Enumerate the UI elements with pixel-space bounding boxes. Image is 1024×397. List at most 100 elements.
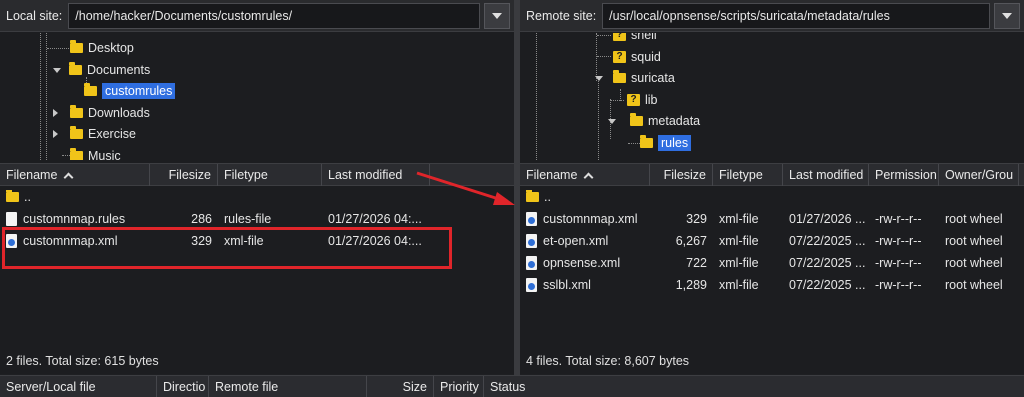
folder-icon xyxy=(70,148,83,160)
table-row[interactable]: .. xyxy=(520,186,1024,208)
file-size: 722 xyxy=(686,256,707,270)
tree-item-label: Music xyxy=(88,149,121,160)
unknown-folder-icon: ? xyxy=(627,94,640,106)
file-name: opnsense.xml xyxy=(543,256,621,270)
remote-file-list: .. customnmap.xml 329 xml-file 01/27/202… xyxy=(520,186,1024,296)
file-modified: 07/22/2025 ... xyxy=(789,256,866,270)
column-header-permission[interactable]: Permission xyxy=(869,163,939,186)
tree-item-music[interactable]: Music xyxy=(70,146,121,160)
column-header-remote-file[interactable]: Remote file xyxy=(209,375,367,397)
tree-item-label: shell xyxy=(631,33,657,42)
remote-site-path-input[interactable]: /usr/local/opnsense/scripts/suricata/met… xyxy=(602,2,990,29)
file-name: et-open.xml xyxy=(543,234,609,248)
column-header-filename[interactable]: Filename xyxy=(0,163,150,186)
tree-guide-line xyxy=(597,35,611,36)
unknown-folder-icon: ? xyxy=(613,33,626,41)
remote-status-text: 4 files. Total size: 8,607 bytes xyxy=(526,354,690,368)
folder-icon xyxy=(70,40,83,53)
tree-guide-line xyxy=(40,33,41,160)
folder-icon xyxy=(70,126,83,139)
tree-item-customrules[interactable]: customrules xyxy=(84,81,176,101)
tree-item-label: Downloads xyxy=(88,106,150,120)
local-site-path-input[interactable]: /home/hacker/Documents/customrules/ xyxy=(68,2,480,29)
xml-file-icon xyxy=(526,212,537,226)
table-row[interactable]: customnmap.xml 329 xml-file 01/27/2026 .… xyxy=(520,208,1024,230)
tree-guide-line xyxy=(46,33,47,160)
tree-guide-line xyxy=(536,33,537,160)
tree-item-squid[interactable]: ? squid xyxy=(613,47,661,67)
file-size: 1,289 xyxy=(675,278,707,292)
local-status-text: 2 files. Total size: 615 bytes xyxy=(6,354,159,368)
file-name: customnmap.rules xyxy=(23,212,126,226)
column-header-label: Filename xyxy=(6,167,58,182)
column-header-last-modified[interactable]: Last modified xyxy=(783,163,869,186)
collapse-arrow-icon[interactable] xyxy=(595,75,603,81)
folder-icon xyxy=(6,190,19,202)
chevron-down-icon xyxy=(492,12,502,19)
tree-item-metadata[interactable]: metadata xyxy=(608,111,700,131)
folder-icon xyxy=(69,62,82,75)
column-header-filename[interactable]: Filename xyxy=(520,163,650,186)
collapse-arrow-icon[interactable] xyxy=(53,67,61,73)
remote-site-dropdown-button[interactable] xyxy=(994,2,1020,29)
column-header-server-local-file[interactable]: Server/Local file xyxy=(0,375,157,397)
xml-file-icon xyxy=(526,278,537,292)
column-header-filesize[interactable]: Filesize xyxy=(150,163,218,186)
column-header-filesize[interactable]: Filesize xyxy=(650,163,713,186)
tree-item-label: squid xyxy=(631,50,661,64)
file-owner: root wheel xyxy=(945,212,1003,226)
folder-icon xyxy=(613,70,626,83)
file-permission: -rw-r--r-- xyxy=(875,278,922,292)
table-row[interactable]: opnsense.xml 722 xml-file 07/22/2025 ...… xyxy=(520,252,1024,274)
column-header-status[interactable]: Status xyxy=(484,376,604,397)
column-header-priority[interactable]: Priority xyxy=(434,375,484,397)
tree-item-label: Desktop xyxy=(88,41,134,55)
chevron-down-icon xyxy=(1002,12,1012,19)
xml-file-icon xyxy=(526,256,537,270)
local-site-label: Local site: xyxy=(6,8,63,23)
folder-open-icon xyxy=(640,135,653,148)
remote-file-list-header: Filename Filesize Filetype Last modified… xyxy=(520,163,1024,186)
folder-icon xyxy=(630,113,643,126)
annotation-highlight-box xyxy=(2,227,452,269)
remote-pane: Remote site: /usr/local/opnsense/scripts… xyxy=(520,0,1024,374)
tree-item-rules[interactable]: rules xyxy=(640,133,692,153)
tree-item-label: Exercise xyxy=(88,127,136,141)
annotation-arrow-icon xyxy=(416,171,515,205)
local-site-bar: Local site: /home/hacker/Documents/custo… xyxy=(0,0,514,32)
file-name: customnmap.xml xyxy=(543,212,638,226)
column-header-filetype[interactable]: Filetype xyxy=(713,163,783,186)
tree-item-shell[interactable]: ? shell xyxy=(613,33,657,45)
xml-file-icon xyxy=(526,234,537,248)
tree-guide-line xyxy=(597,56,611,57)
table-row[interactable]: et-open.xml 6,267 xml-file 07/22/2025 ..… xyxy=(520,230,1024,252)
collapse-arrow-icon[interactable] xyxy=(608,118,616,124)
file-modified: 01/27/2026 ... xyxy=(789,212,866,226)
local-site-dropdown-button[interactable] xyxy=(484,2,510,29)
column-header-filetype[interactable]: Filetype xyxy=(218,163,322,186)
tree-item-lib[interactable]: ? lib xyxy=(627,90,658,110)
expand-arrow-icon[interactable] xyxy=(53,130,58,138)
file-modified: 07/22/2025 ... xyxy=(789,234,866,248)
local-directory-tree[interactable]: Desktop Documents customrules Downloads … xyxy=(0,33,514,160)
column-header-direction[interactable]: Directio xyxy=(157,375,209,397)
file-type: xml-file xyxy=(719,278,759,292)
table-row[interactable]: sslbl.xml 1,289 xml-file 07/22/2025 ... … xyxy=(520,274,1024,296)
file-owner: root wheel xyxy=(945,234,1003,248)
expand-arrow-icon[interactable] xyxy=(53,109,58,117)
tree-item-desktop[interactable]: Desktop xyxy=(70,38,134,58)
tree-item-documents[interactable]: Documents xyxy=(53,60,150,80)
column-header-owner-group[interactable]: Owner/Grou xyxy=(939,163,1019,186)
transfer-queue-header: Server/Local file Directio Remote file S… xyxy=(0,375,1024,397)
file-permission: -rw-r--r-- xyxy=(875,256,922,270)
tree-item-suricata[interactable]: suricata xyxy=(595,68,675,88)
file-modified: 07/22/2025 ... xyxy=(789,278,866,292)
tree-item-exercise[interactable]: Exercise xyxy=(53,124,136,144)
tree-guide-line xyxy=(598,81,599,160)
tree-guide-line xyxy=(610,100,624,101)
tree-guide-line xyxy=(62,155,70,156)
remote-directory-tree[interactable]: ? shell ? squid suricata ? lib metadata … xyxy=(520,33,1024,160)
column-header-size[interactable]: Size xyxy=(367,375,434,397)
sort-ascending-icon xyxy=(583,172,594,182)
tree-item-downloads[interactable]: Downloads xyxy=(53,103,150,123)
